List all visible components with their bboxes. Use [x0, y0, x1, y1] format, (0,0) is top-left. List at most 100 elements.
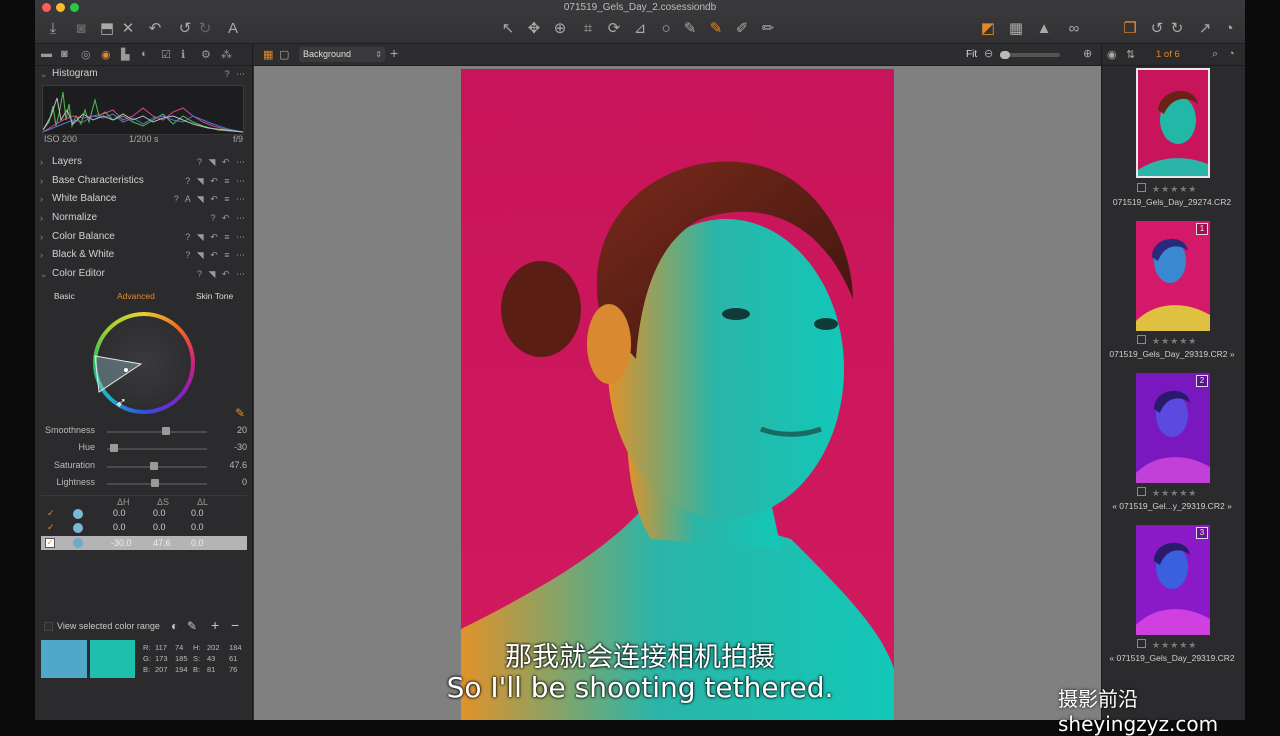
section-normalize[interactable]: › Normalize ? ↶ ⋯ [35, 209, 253, 227]
thumbnail-4[interactable]: 3 [1136, 525, 1210, 635]
main-photo[interactable] [461, 69, 894, 720]
thumb-checkbox[interactable] [1137, 487, 1146, 496]
thumb-1-rating[interactable]: ★★★★★ [1137, 183, 1197, 195]
capture-tab-icon[interactable]: ◙ [61, 48, 68, 60]
tab-advanced[interactable]: Advanced [117, 291, 155, 301]
checkbox-checked-icon[interactable]: ✓ [47, 508, 55, 519]
circle-tool-icon[interactable]: ○ [657, 20, 675, 38]
add-range-button[interactable]: + [211, 617, 219, 633]
pan-cursor-icon[interactable]: ↖ [499, 20, 517, 38]
table-row-selected[interactable]: ✓ -30.0 47.6 0.0 [41, 536, 247, 550]
single-view-icon[interactable]: ▢ [279, 48, 289, 61]
saturation-slider[interactable]: Saturation 47.6 [35, 460, 253, 474]
smoothness-slider[interactable]: Smoothness 20 [35, 425, 253, 439]
delete-icon[interactable]: ✕ [121, 20, 135, 38]
table-row[interactable]: ✓ 0.0 0.0 0.0 [41, 522, 247, 535]
lens-tab-icon[interactable]: ◎ [81, 48, 91, 61]
thumb-checkbox[interactable] [1137, 639, 1146, 648]
search-icon[interactable]: ⌕ [1212, 48, 1218, 61]
color-tab-icon[interactable]: ◉ [101, 48, 111, 61]
batch-tab-icon[interactable]: ⁂ [221, 48, 232, 61]
crop-tool-icon[interactable]: ⌗ [579, 20, 597, 38]
share-icon[interactable]: ◔ [1221, 20, 1237, 38]
thumbnail-2[interactable]: 1 [1136, 221, 1210, 331]
slider-knob[interactable] [162, 427, 171, 435]
zoom-out-icon[interactable]: ⊖ [984, 47, 993, 60]
warning-icon[interactable]: ▲ [1035, 20, 1053, 38]
table-row[interactable]: ✓ 0.0 0.0 0.0 [41, 508, 247, 521]
section-base-characteristics[interactable]: › Base Characteristics ? ◥ ↶ ≡ ⋯ [35, 172, 253, 190]
export-icon[interactable]: ⬒ [99, 20, 115, 38]
section-white-balance[interactable]: › White Balance ? A ◥ ↶ ≡ ⋯ [35, 190, 253, 208]
chevron-right-icon[interactable]: » [1227, 501, 1232, 511]
hand-tool-icon[interactable]: ✥ [525, 20, 543, 38]
eyedropper-icon[interactable]: ✎ [187, 619, 197, 633]
remove-range-button[interactable]: − [231, 617, 239, 633]
lightness-slider[interactable]: Lightness 0 [35, 477, 253, 491]
multi-view-icon[interactable]: ▦ [263, 48, 273, 61]
import-icon[interactable]: ⤓ [45, 20, 61, 38]
details-tab-icon[interactable]: ◐ [141, 48, 148, 60]
hue-slider[interactable]: Hue -30 [35, 442, 253, 456]
rotate-tool-icon[interactable]: ⟳ [605, 20, 623, 38]
rotate-left-icon[interactable]: ↺ [1149, 20, 1165, 38]
zoom-label[interactable]: Fit [966, 49, 977, 60]
tab-skin-tone[interactable]: Skin Tone [196, 291, 233, 301]
exposure-warning-icon[interactable]: ◩ [979, 20, 997, 38]
view-selected-range-row[interactable]: View selected color range ◐ ✎ + − [35, 617, 253, 634]
eraser-tool-icon[interactable]: ✐ [733, 20, 751, 38]
chevron-left-icon[interactable]: « [1112, 501, 1117, 511]
checkbox-checked-icon[interactable]: ✓ [47, 522, 55, 533]
variant-select[interactable]: Background ⇕ [299, 47, 385, 62]
grid-icon[interactable]: ▦ [1007, 20, 1025, 38]
section-histogram[interactable]: ⌄ Histogram ? ⋯ [35, 65, 253, 83]
picker-icon[interactable]: ◐ [171, 619, 178, 633]
capture-icon[interactable]: ◙ [73, 20, 89, 38]
metadata-tab-icon[interactable]: ℹ [181, 48, 185, 61]
thumbnail-3[interactable]: 2 [1136, 373, 1210, 483]
annotation-tool-icon[interactable]: ✏ [759, 20, 777, 38]
section-color-balance[interactable]: › Color Balance ? ◥ ↶ ≡ ⋯ [35, 228, 253, 246]
color-range-wedge[interactable] [93, 312, 195, 414]
slider-knob[interactable] [151, 479, 160, 487]
rotate-right-icon[interactable]: ↻ [1169, 20, 1185, 38]
sort-icon[interactable]: ⇅ [1126, 48, 1135, 61]
checkbox-checked-icon[interactable]: ✓ [45, 538, 55, 548]
copy-adjustments-icon[interactable]: ❐ [1121, 20, 1139, 38]
section-black-white[interactable]: › Black & White ? ◥ ↶ ≡ ⋯ [35, 246, 253, 264]
thumb-2-rating[interactable]: ★★★★★ [1137, 335, 1197, 347]
undo-all-icon[interactable]: ↶ [147, 20, 163, 38]
color-picker-tool-icon[interactable]: ✎ [707, 20, 725, 38]
tab-basic[interactable]: Basic [54, 291, 75, 301]
apply-adjustments-icon[interactable]: ↗ [1197, 20, 1213, 38]
adjustments-tab-icon[interactable]: ☑ [161, 48, 171, 61]
library-tab-icon[interactable]: ▬ [41, 48, 52, 60]
zoom-slider-knob[interactable] [1000, 51, 1010, 59]
loupe-tool-icon[interactable]: ⊕ [551, 20, 569, 38]
redo-icon[interactable]: ↻ [197, 20, 213, 38]
output-tab-icon[interactable]: ⚙ [201, 48, 211, 61]
keystone-tool-icon[interactable]: ⊿ [631, 20, 649, 38]
thumb-3-rating[interactable]: ★★★★★ [1137, 487, 1197, 499]
thumb-checkbox[interactable] [1137, 183, 1146, 192]
eye-icon[interactable]: ◉ [1107, 48, 1117, 61]
picker-icon[interactable]: ✎ [235, 406, 245, 420]
color-wheel[interactable]: ➶ [93, 312, 195, 414]
undo-icon[interactable]: ↺ [177, 20, 193, 38]
slider-knob[interactable] [109, 444, 118, 452]
text-annotation-icon[interactable]: A [225, 20, 241, 38]
proof-glasses-icon[interactable]: ∞ [1061, 20, 1087, 38]
filter-icon[interactable]: ◔ [1228, 48, 1235, 60]
thumb-checkbox[interactable] [1137, 335, 1146, 344]
section-layers[interactable]: › Layers ? ◥ ↶ ⋯ [35, 153, 253, 171]
thumbnail-1[interactable] [1136, 68, 1210, 178]
section-color-editor[interactable]: ⌄ Color Editor ? ◥ ↶ ⋯ [35, 265, 253, 283]
zoom-in-icon[interactable]: ⊕ [1083, 47, 1092, 60]
chevron-left-icon[interactable]: « [1109, 653, 1114, 663]
thumb-4-rating[interactable]: ★★★★★ [1137, 639, 1197, 651]
slider-knob[interactable] [150, 462, 159, 470]
chevron-right-icon[interactable]: » [1230, 349, 1235, 359]
brush-tool-icon[interactable]: ✎ [681, 20, 699, 38]
exposure-tab-icon[interactable]: ▙ [121, 48, 129, 61]
add-variant-button[interactable]: + [390, 45, 398, 61]
